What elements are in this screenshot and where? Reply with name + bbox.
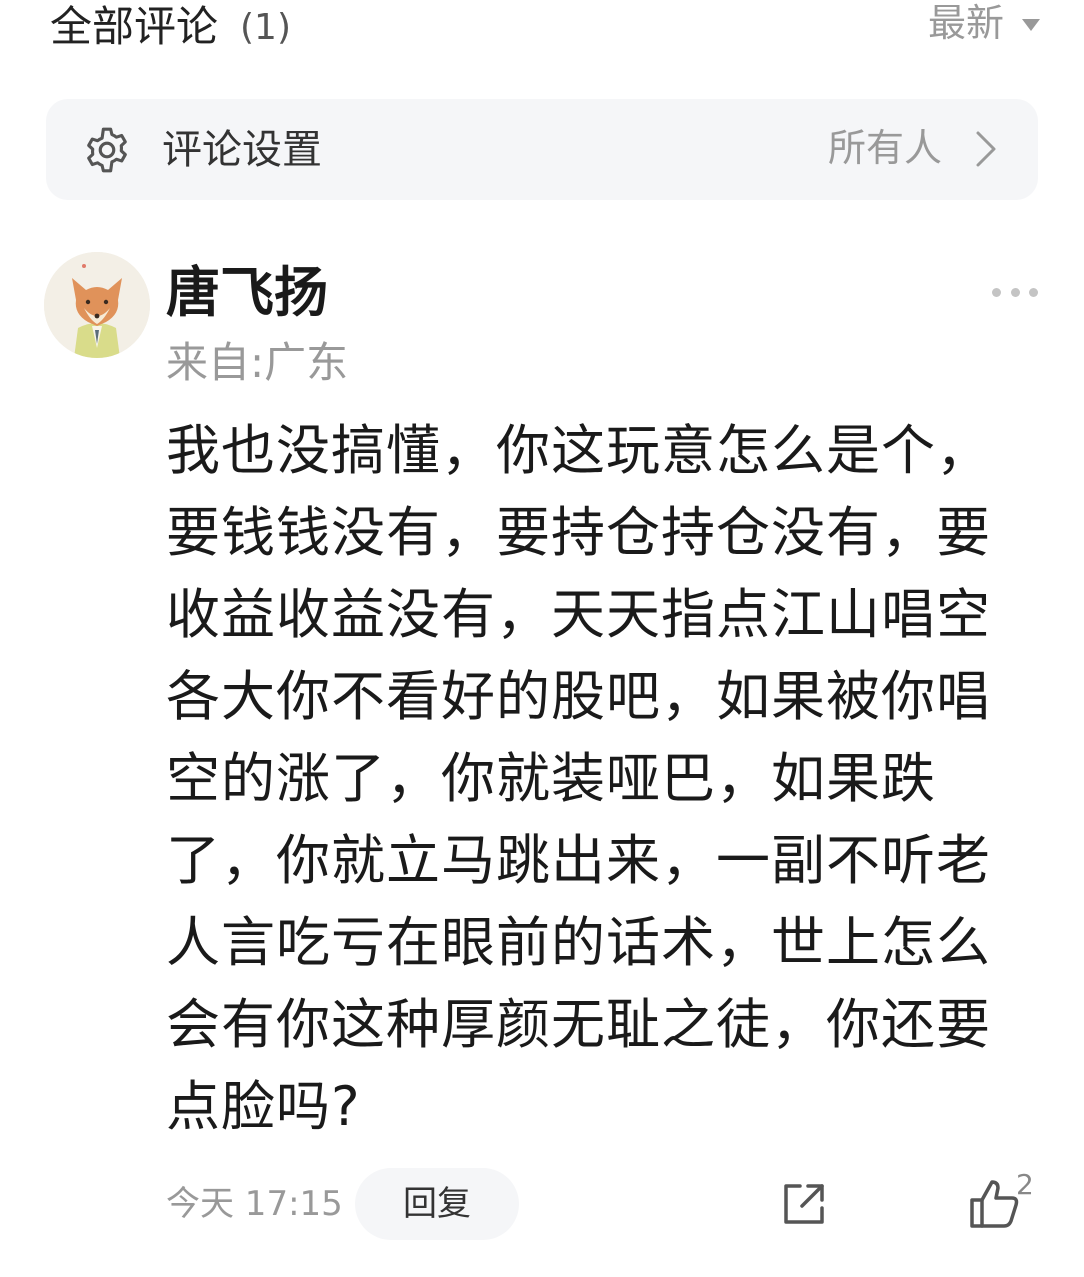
comment-permission-value: 所有人 [827, 126, 942, 170]
sort-label: 最新 [927, 1, 1004, 45]
gear-icon [87, 127, 127, 173]
avatar[interactable] [44, 252, 150, 358]
more-dots-icon [992, 287, 1001, 297]
thumbs-up-icon[interactable] [964, 1174, 1024, 1234]
fox-avatar-image [44, 252, 150, 358]
chevron-right-icon [976, 131, 996, 167]
reply-button[interactable]: 回复 [355, 1168, 519, 1240]
comment-settings-label: 评论设置 [162, 127, 322, 173]
sort-dropdown[interactable]: 最新 [928, 0, 1040, 46]
more-options-button[interactable] [992, 280, 1038, 304]
comment-timestamp: 今天 17:15 [166, 1184, 343, 1224]
comment-settings-row[interactable]: 评论设置 所有人 [46, 99, 1038, 200]
comment-author-location: 来自:广东 [166, 338, 349, 387]
more-dots-icon [1010, 287, 1020, 297]
comments-count: (1) [240, 7, 291, 48]
more-dots-icon [1029, 287, 1038, 297]
like-count: 2 [1016, 1168, 1034, 1201]
comments-header: 全部评论 (1) 最新 [0, 0, 1084, 60]
comment-body: 我也没搞懂，你这玩意怎么是个，要钱钱没有，要持仓持仓没有，要收益收益没有，天天指… [166, 419, 991, 1138]
share-icon[interactable] [778, 1178, 830, 1230]
comment-author-name[interactable]: 唐飞扬 [166, 262, 328, 324]
comments-title: 全部评论 [50, 2, 219, 51]
caret-down-icon [1022, 19, 1040, 31]
